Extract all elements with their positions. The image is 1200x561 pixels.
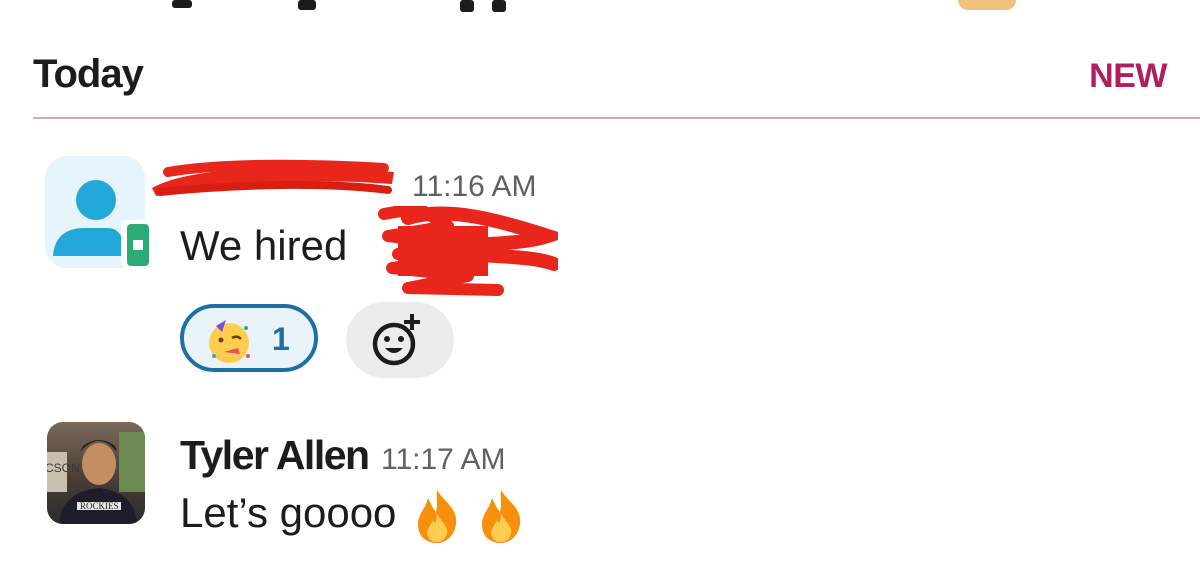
thumbs-up-icon <box>958 0 1016 10</box>
day-divider-label: Today <box>33 52 144 96</box>
guest-user-avatar[interactable] <box>45 156 151 268</box>
svg-text:CSON: CSON <box>47 461 80 475</box>
sender-name[interactable]: Tyler Allen <box>180 432 370 478</box>
user-photo-avatar[interactable]: CSON ROCKIES <box>47 422 145 524</box>
previous-message-fragment <box>0 0 1200 14</box>
new-messages-divider <box>33 117 1200 119</box>
message-timestamp[interactable]: 11:17 AM <box>381 443 506 476</box>
reaction-count: 1 <box>272 321 290 357</box>
message-item[interactable]: 11:16 AM We hired 1 <box>0 150 1200 390</box>
add-emoji-icon <box>372 314 420 366</box>
message-timestamp[interactable]: 11:16 AM <box>412 170 537 204</box>
fire-icon <box>414 488 460 544</box>
generic-user-guest-icon <box>53 180 151 268</box>
message-text: We hired <box>180 222 348 269</box>
user-photo: CSON ROCKIES <box>47 432 145 524</box>
add-reaction-button[interactable] <box>346 302 454 378</box>
message-text: Let’s goooo <box>180 489 397 537</box>
message-item[interactable]: CSON ROCKIES Tyler Allen 11:17 AM Let’s … <box>0 418 1200 543</box>
reaction-pill[interactable]: 1 <box>180 304 318 372</box>
fire-icon <box>478 488 524 544</box>
redacted-message-text <box>378 206 558 296</box>
new-messages-label[interactable]: NEW <box>1089 57 1167 96</box>
svg-text:ROCKIES: ROCKIES <box>80 501 119 511</box>
partying-face-icon <box>209 320 250 363</box>
message-text-line: Let’s goooo <box>180 488 524 544</box>
